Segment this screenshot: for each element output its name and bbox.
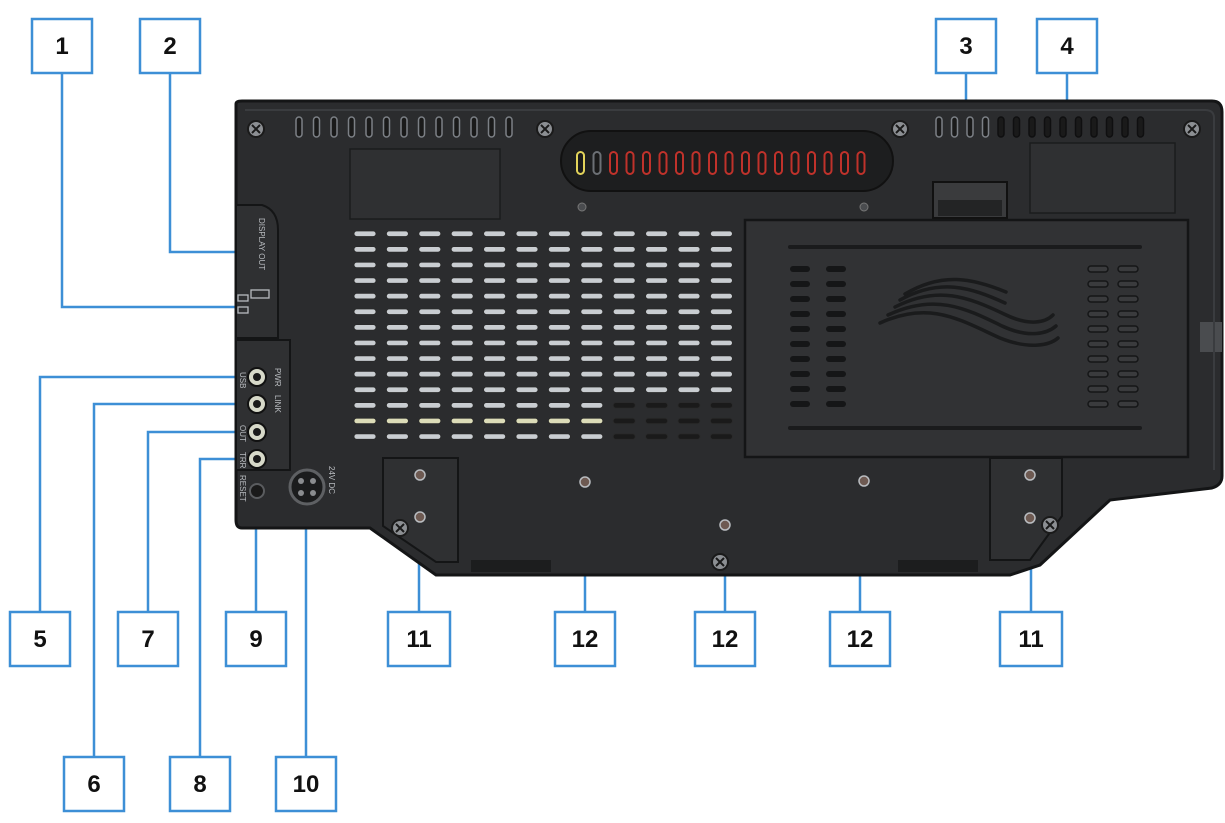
label-plate-right: [1029, 142, 1176, 214]
leader-line-1: [60, 73, 236, 309]
callout-label: 11: [1018, 626, 1043, 653]
button-6[interactable]: [247, 394, 267, 414]
mount-hole: [1024, 469, 1036, 481]
mount-hole: [858, 475, 870, 487]
callout-9: 9: [224, 610, 288, 668]
callout-label: 6: [87, 771, 100, 798]
callout-label: 12: [847, 626, 874, 653]
screw-icon: [1183, 120, 1201, 138]
callout-label: 4: [1060, 33, 1074, 60]
button-7[interactable]: [247, 422, 267, 442]
screw-icon: [247, 120, 265, 138]
callout-5: 5: [8, 610, 72, 668]
callout-label: 5: [33, 626, 46, 653]
mount-hole: [719, 519, 731, 531]
label-plate-left: [349, 148, 501, 220]
callout-label: 11: [406, 626, 431, 653]
leader-line-8: [198, 457, 236, 757]
callout-label: 7: [141, 626, 154, 653]
screw-icon: [1041, 516, 1059, 534]
callout-12: 12: [553, 610, 617, 668]
callout-label: 9: [249, 626, 262, 653]
foot-pad-left: [471, 560, 551, 572]
power-connector-icon[interactable]: [288, 468, 326, 506]
callout-6: 6: [62, 755, 126, 813]
leader-line-6: [92, 402, 236, 757]
cover-panel: [743, 218, 1190, 459]
callout-label: 2: [163, 33, 176, 60]
callout-12: 12: [828, 610, 892, 668]
display-out-label: DISPLAY OUT: [257, 218, 266, 270]
device-rear-panel: DISPLAY OUT USB PWR LINK OUT TRR RESET 2…: [234, 99, 1224, 577]
trr-label: TRR: [238, 452, 247, 469]
screw-icon: [711, 553, 729, 571]
pwr-label: PWR: [273, 368, 282, 387]
callout-4: 4: [1035, 17, 1099, 75]
port-bay: [235, 204, 279, 339]
right-edge-tab: [1200, 322, 1222, 352]
mount-hole: [414, 511, 426, 523]
callout-12: 12: [693, 610, 757, 668]
mount-hole: [579, 476, 591, 488]
callout-label: 12: [712, 626, 739, 653]
callout-label: 1: [55, 33, 68, 60]
callout-label: 10: [293, 771, 320, 798]
callout-8: 8: [168, 755, 232, 813]
screw-icon: [536, 120, 554, 138]
reset-button[interactable]: [249, 483, 265, 499]
callout-11: 11: [998, 610, 1064, 668]
foot-pad-right: [898, 560, 978, 572]
link-label: LINK: [273, 395, 282, 413]
screw-icon: [891, 120, 909, 138]
screw-icon: [391, 519, 409, 537]
callout-7: 7: [116, 610, 180, 668]
callout-11: 11: [386, 610, 452, 668]
mount-hole: [414, 469, 426, 481]
latch-grip: [938, 200, 1002, 216]
callout-3: 3: [934, 17, 998, 75]
out-label: OUT: [238, 425, 247, 442]
usb-label: USB: [238, 372, 247, 388]
button-8[interactable]: [247, 449, 267, 469]
reset-label: RESET: [238, 475, 247, 502]
callout-label: 12: [572, 626, 599, 653]
callout-10: 10: [274, 755, 338, 813]
callout-2: 2: [138, 17, 202, 75]
device-rear-diagram: DISPLAY OUT USB PWR LINK OUT TRR RESET 2…: [8, 17, 1224, 813]
button-5[interactable]: [247, 367, 267, 387]
callout-label: 8: [193, 771, 206, 798]
callout-label: 3: [959, 33, 972, 60]
mount-hole: [1024, 512, 1036, 524]
callout-1: 1: [30, 17, 94, 75]
dc-label: 24V DC: [327, 466, 336, 494]
leader-line-2: [168, 73, 236, 254]
leader-line-5: [38, 375, 236, 612]
